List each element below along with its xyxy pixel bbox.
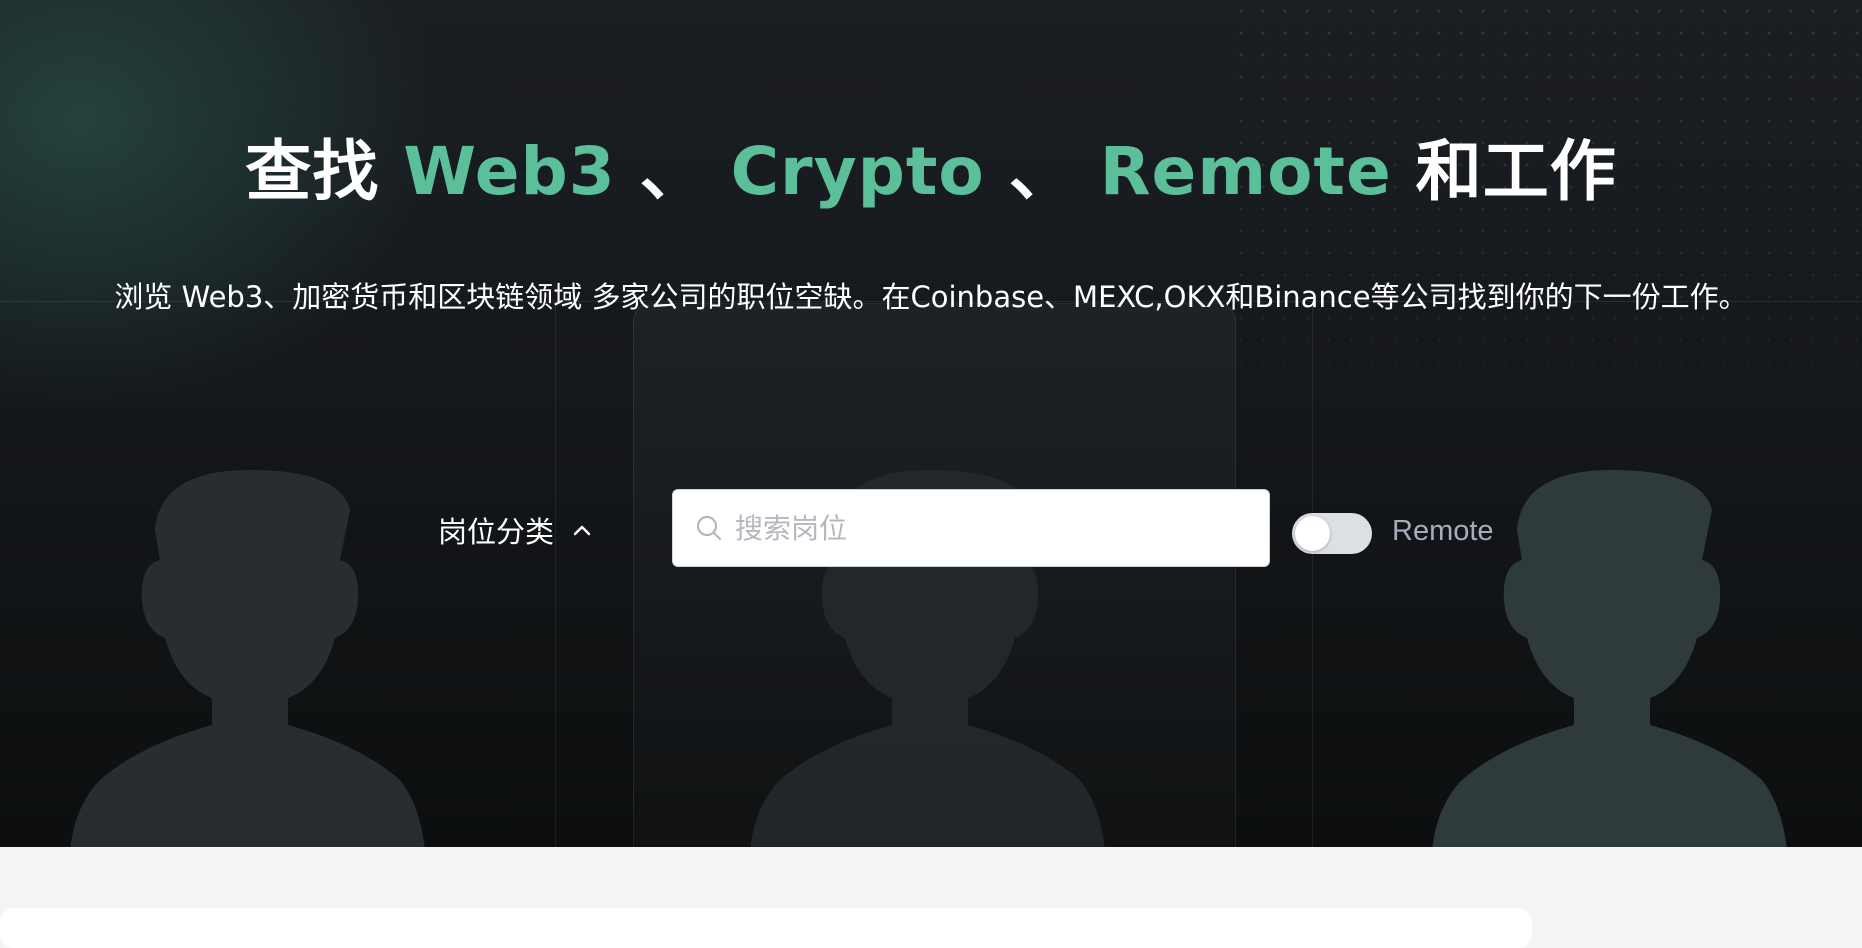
remote-toggle[interactable] [1292,513,1372,554]
title-separator: 、 [639,133,707,210]
category-label: 岗位分类 [438,515,555,549]
divider-line [555,301,556,847]
hero-section: 查找 Web3 、 Crypto 、 Remote 和工作 浏览 Web3、加密… [0,0,1862,847]
title-suffix: 和工作 [1415,133,1617,210]
category-dropdown[interactable]: 岗位分类 [438,510,592,550]
toggle-knob [1295,516,1330,551]
person-silhouette-icon [70,470,425,847]
dot-pattern [1230,0,1862,460]
page-subtitle: 浏览 Web3、加密货币和区块链领域 多家公司的职位空缺。在Coinbase、M… [114,280,1748,314]
title-prefix: 查找 [245,133,380,210]
title-separator: 、 [1008,133,1076,210]
title-keyword-crypto: Crypto [730,133,985,210]
chevron-up-icon [572,523,592,537]
search-icon [695,514,723,542]
page-title: 查找 Web3 、 Crypto 、 Remote 和工作 [0,118,1862,214]
search-box[interactable] [672,489,1270,567]
divider-line [1312,301,1313,847]
title-keyword-web3: Web3 [403,133,616,210]
title-keyword-remote: Remote [1099,133,1392,210]
job-list-card [0,908,1532,948]
search-input[interactable] [733,510,1257,546]
remote-toggle-label: Remote [1392,515,1494,547]
